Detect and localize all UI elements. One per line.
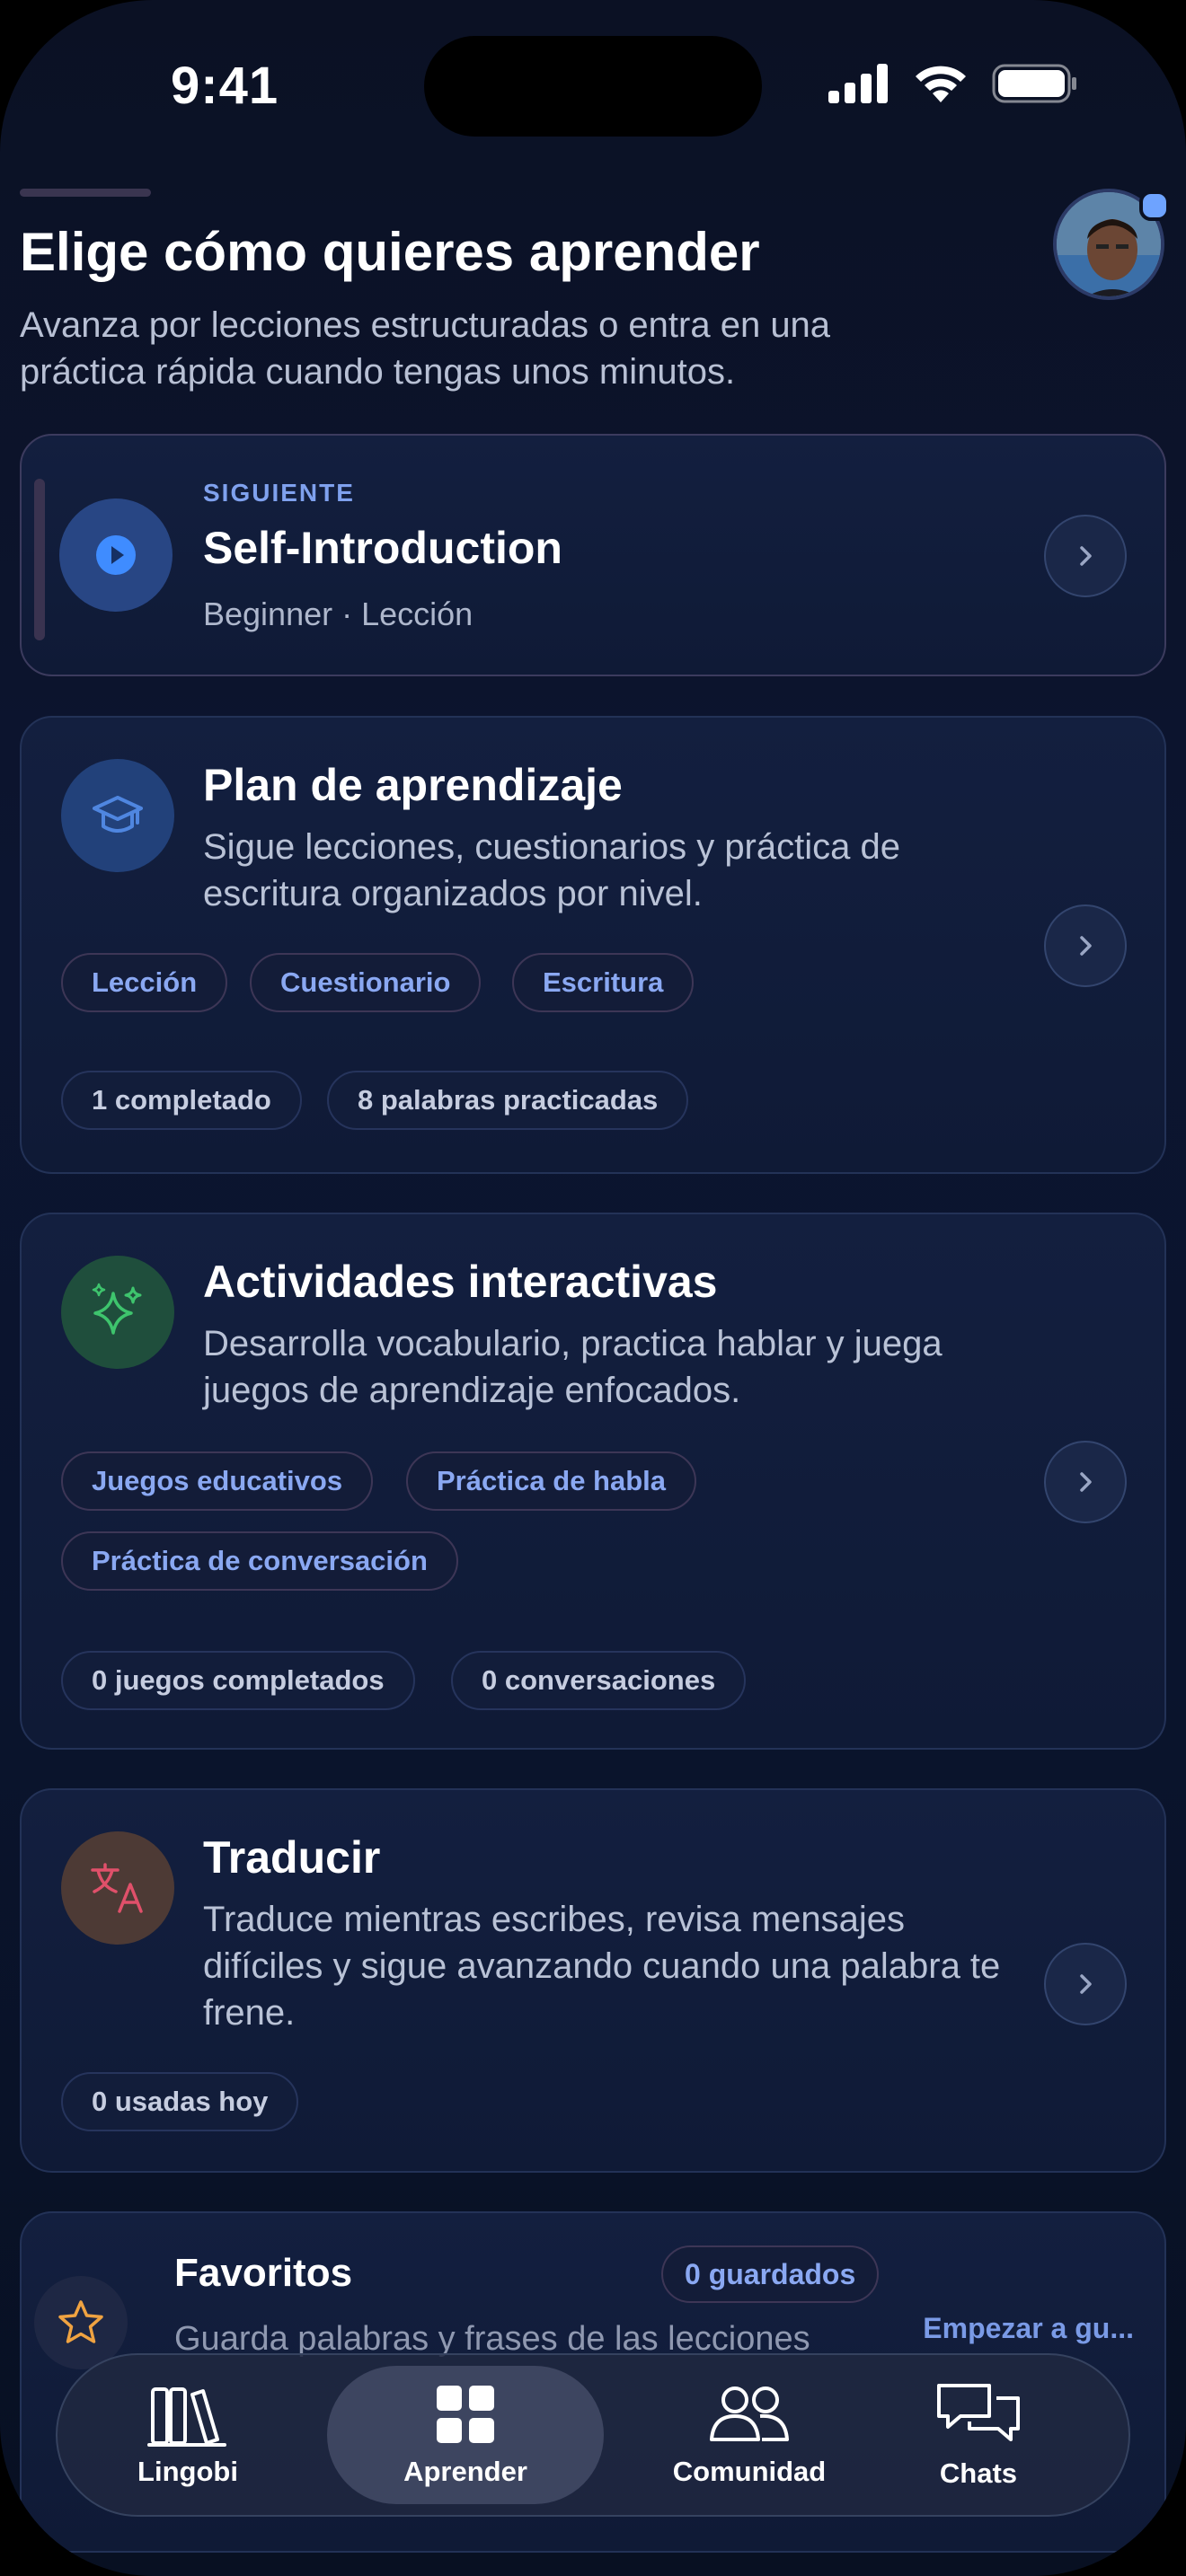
chevron-right-icon (1080, 1472, 1092, 1492)
activities-chevron-button[interactable] (1044, 1441, 1127, 1523)
play-icon (59, 498, 173, 612)
wifi-icon (916, 66, 966, 102)
plan-description: Sigue lecciones, cuestionarios y práctic… (203, 827, 900, 913)
activities-description: Desarrolla vocabulario, practica hablar … (203, 1324, 943, 1410)
header-drag-line (20, 189, 151, 197)
translate-chevron-button[interactable] (1044, 1943, 1127, 2025)
next-chevron-button[interactable] (1044, 515, 1127, 597)
stat-completed: 1 completado (61, 1071, 302, 1130)
status-time: 9:41 (171, 57, 279, 115)
stat-words-practiced: 8 palabras practicadas (327, 1071, 689, 1130)
tag-leccion[interactable]: Lección (61, 953, 228, 1012)
page-subtitle: Avanza por lecciones estructuradas o ent… (20, 305, 831, 392)
tab-chats[interactable]: Chats (911, 2355, 1046, 2515)
tab-label: Comunidad (672, 2456, 827, 2487)
notification-dot (1139, 190, 1170, 221)
translate-icon (61, 1831, 174, 1945)
chevron-right-icon (1080, 936, 1092, 956)
tab-label: Chats (939, 2457, 1018, 2489)
favorites-saved-badge: 0 guardados (661, 2245, 880, 2303)
books-icon (147, 2387, 226, 2447)
next-meta: Beginner · Lección (203, 595, 474, 632)
tab-comunidad[interactable]: Comunidad (633, 2355, 866, 2515)
cellular-signal-icon (828, 64, 888, 103)
plan-chevron-button[interactable] (1044, 904, 1127, 987)
card-accent-bar (34, 479, 45, 640)
chat-bubbles-icon (937, 2384, 1020, 2441)
grid-icon (437, 2386, 494, 2443)
favorites-title: Favoritos (174, 2251, 353, 2295)
tab-aprender[interactable]: Aprender (327, 2366, 604, 2504)
next-kicker: SIGUIENTE (203, 479, 355, 507)
stat-conversations: 0 conversaciones (451, 1651, 747, 1710)
tag-educational-games[interactable]: Juegos educativos (61, 1451, 374, 1511)
sparkles-icon (61, 1256, 174, 1369)
tag-conversation-practice[interactable]: Práctica de conversación (61, 1531, 458, 1591)
next-title: Self-Introduction (203, 523, 562, 573)
battery-icon (992, 64, 1076, 103)
page-title: Elige cómo quieres aprender (20, 222, 760, 282)
activities-title: Actividades interactivas (203, 1257, 718, 1307)
chevron-right-icon (1080, 546, 1092, 566)
status-bar: 9:41 (0, 0, 1186, 162)
star-icon (34, 2276, 128, 2369)
translate-card[interactable]: Traducir Traduce mientras escribes, revi… (20, 1788, 1166, 2173)
stat-used-today: 0 usadas hoy (61, 2072, 299, 2131)
status-icons (828, 63, 1078, 104)
plan-title: Plan de aprendizaje (203, 760, 623, 810)
tag-speaking-practice[interactable]: Práctica de habla (406, 1451, 697, 1511)
next-lesson-card[interactable]: SIGUIENTE Self-Introduction Beginner · L… (20, 434, 1166, 676)
tab-label: Lingobi (137, 2456, 238, 2487)
tag-cuestionario[interactable]: Cuestionario (250, 953, 482, 1012)
stat-games-completed: 0 juegos completados (61, 1651, 415, 1710)
tab-bar: Lingobi Aprender Comunidad Chats (56, 2353, 1130, 2517)
tab-lingobi[interactable]: Lingobi (120, 2355, 255, 2515)
tag-escritura[interactable]: Escritura (512, 953, 695, 1012)
learning-plan-card[interactable]: Plan de aprendizaje Sigue lecciones, cue… (20, 716, 1166, 1174)
people-icon (710, 2386, 789, 2441)
favorites-start-link[interactable]: Empezar a gu... (923, 2312, 1134, 2345)
graduation-cap-icon (61, 759, 174, 872)
dynamic-island (424, 36, 762, 137)
translate-title: Traducir (203, 1832, 381, 1883)
chevron-right-icon (1080, 1974, 1092, 1994)
phone-screen: 9:41 Elige cómo quieres aprender Avanza (0, 0, 1186, 2576)
interactive-activities-card[interactable]: Actividades interactivas Desarrolla voca… (20, 1213, 1166, 1750)
tab-label: Aprender (403, 2456, 527, 2487)
translate-description: Traduce mientras escribes, revisa mensaj… (203, 1900, 1001, 2033)
